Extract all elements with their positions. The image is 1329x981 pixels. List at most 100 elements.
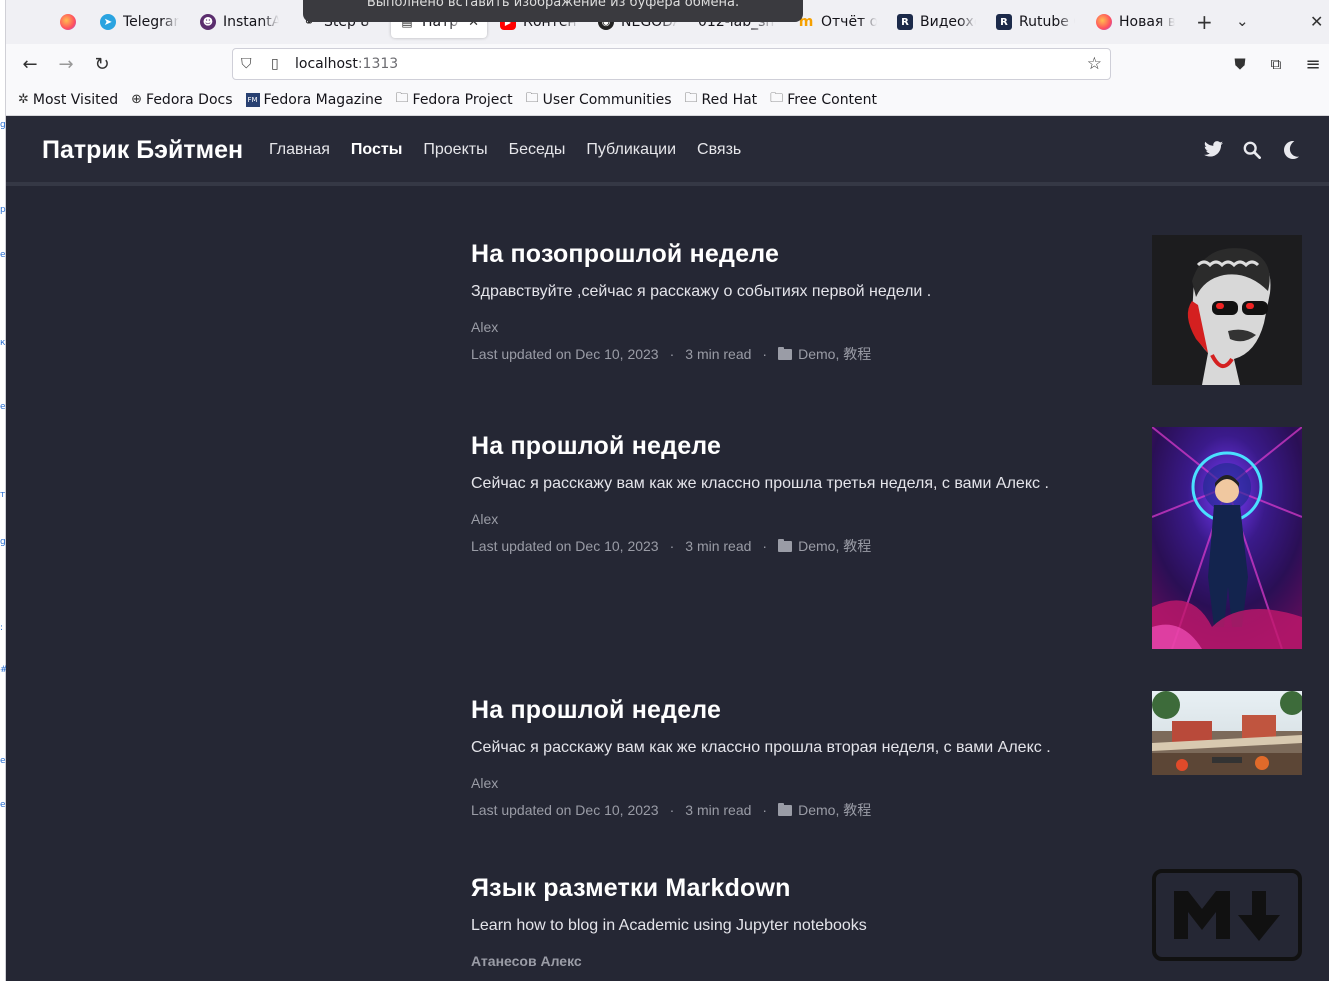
- chevron-down-icon[interactable]: ⌄: [1236, 12, 1249, 30]
- tab-instanta[interactable]: ☻ InstantA: [192, 6, 288, 38]
- shield-icon[interactable]: ⛉: [241, 56, 259, 72]
- search-icon[interactable]: [1243, 141, 1261, 159]
- post-thumbnail[interactable]: [1152, 691, 1302, 775]
- bookmark-free-content[interactable]: 🗀 Free Content: [770, 89, 877, 111]
- folder-icon: 🗀: [525, 90, 539, 106]
- post-author[interactable]: Атанесов Алекс: [471, 953, 1151, 969]
- tab-report[interactable]: m Отчёт о: [790, 6, 886, 38]
- folder-icon: 🗀: [684, 90, 698, 106]
- nav-publications[interactable]: Публикации: [586, 141, 676, 159]
- url-bar[interactable]: ⛉ ▯ localhost:1313 ☆: [232, 48, 1111, 80]
- meta-separator: ·: [669, 802, 675, 818]
- post-thumbnail[interactable]: [1152, 235, 1302, 385]
- bookmark-star-icon[interactable]: ☆: [1087, 54, 1102, 74]
- post-item: Язык разметки Markdown Learn how to blog…: [471, 874, 1151, 969]
- post-summary: Сейчас я расскажу вам как же классно про…: [471, 739, 1051, 756]
- post-title[interactable]: На прошлой неделе: [471, 696, 1151, 725]
- folder-icon: 🗀: [395, 90, 409, 106]
- tab-bar: ➤ Telegram ☻ InstantA ⚭ Step 8 ▤ Патр ✕ …: [6, 0, 1329, 44]
- tab-label: Telegram: [123, 14, 179, 30]
- navigation-bar: ← → ↻ ⛉ ▯ localhost:1313 ☆ ⛊ ⧉ ≡: [6, 44, 1329, 84]
- post-item: На позопрошлой неделе Здравствуйте ,сейч…: [471, 240, 1151, 364]
- tab-telegram[interactable]: ➤ Telegram: [92, 6, 188, 38]
- bookmark-label: Fedora Project: [412, 91, 513, 108]
- site-nav: Главная Посты Проекты Беседы Публикации …: [269, 141, 741, 159]
- bookmark-fedora-magazine[interactable]: FM Fedora Magazine: [245, 91, 383, 108]
- post-author[interactable]: Alex: [471, 511, 1151, 527]
- pocket-icon[interactable]: ⛊: [1228, 52, 1252, 76]
- nav-home[interactable]: Главная: [269, 141, 330, 159]
- post-item: На прошлой неделе Сейчас я расскажу вам …: [471, 432, 1151, 556]
- forward-icon[interactable]: →: [54, 52, 78, 76]
- meta-separator: ·: [669, 346, 675, 362]
- bookmarks-toolbar: ✲ Most Visited ⊕ Fedora Docs FM Fedora Maga…: [6, 84, 1329, 116]
- nav-talks[interactable]: Беседы: [509, 141, 566, 159]
- post-updated: Last updated on Dec 10, 2023: [471, 802, 659, 818]
- close-window-icon[interactable]: ✕: [1310, 12, 1323, 31]
- nav-projects[interactable]: Проекты: [423, 141, 487, 159]
- back-icon[interactable]: ←: [18, 52, 42, 76]
- bookmark-red-hat[interactable]: 🗀 Red Hat: [685, 89, 758, 111]
- bookmark-label: Fedora Docs: [146, 91, 233, 108]
- post-read-time: 3 min read: [685, 802, 752, 818]
- tab-rutube[interactable]: R Rutube C: [988, 6, 1084, 38]
- post-meta: Last updated on Dec 10, 2023 · 3 min rea…: [471, 536, 1151, 556]
- post-title[interactable]: Язык разметки Markdown: [471, 874, 1151, 903]
- post-updated: Last updated on Dec 10, 2023: [471, 346, 659, 362]
- tab-label: Новая вк: [1119, 14, 1175, 30]
- moon-icon[interactable]: [1283, 141, 1299, 159]
- bookmark-label: Fedora Magazine: [263, 91, 383, 108]
- clipboard-toast: Выполнено вставить изображение из буфера…: [303, 0, 803, 22]
- page-info-icon[interactable]: ▯: [271, 56, 285, 72]
- folder-icon: [778, 538, 793, 552]
- nav-contact[interactable]: Связь: [697, 141, 741, 159]
- tab-video[interactable]: R Видеохо: [889, 6, 985, 38]
- post-categories[interactable]: Demo, 教程: [798, 536, 871, 556]
- bookmark-label: Most Visited: [32, 91, 119, 108]
- meta-separator: ·: [762, 346, 768, 362]
- meta-separator: ·: [762, 538, 768, 554]
- nav-posts[interactable]: Посты: [351, 141, 402, 159]
- post-summary: Здравствуйте ,сейчас я расскажу о событи…: [471, 283, 932, 300]
- post-categories[interactable]: Demo, 教程: [798, 344, 871, 364]
- post-author[interactable]: Alex: [471, 319, 1151, 335]
- post-thumbnail[interactable]: [1152, 869, 1302, 961]
- folder-icon: 🗀: [770, 90, 784, 106]
- bookmark-fedora-project[interactable]: 🗀 Fedora Project: [396, 89, 513, 111]
- post-categories[interactable]: Demo, 教程: [798, 800, 871, 820]
- bookmark-label: User Communities: [542, 91, 672, 108]
- bookmark-fedora-docs[interactable]: ⊕ Fedora Docs: [131, 92, 232, 108]
- url-host: localhost: [295, 56, 358, 72]
- site-header: Патрик Бэйтмен Главная Посты Проекты Бес…: [6, 116, 1329, 186]
- post-thumbnail[interactable]: [1152, 427, 1302, 649]
- folder-icon: [778, 346, 793, 360]
- tab-new[interactable]: Новая вк: [1088, 6, 1184, 38]
- post-title[interactable]: На прошлой неделе: [471, 432, 1151, 461]
- post-author[interactable]: Alex: [471, 775, 1151, 791]
- bookmark-label: Free Content: [787, 91, 878, 108]
- tab-label: Rutube C: [1019, 14, 1075, 30]
- tab-label: InstantA: [223, 14, 279, 30]
- site-title[interactable]: Патрик Бэйтмен: [42, 136, 243, 165]
- tab-firefox[interactable]: [52, 6, 86, 38]
- post-title[interactable]: На позопрошлой неделе: [471, 240, 1151, 269]
- new-tab-icon[interactable]: +: [1196, 10, 1213, 34]
- post-read-time: 3 min read: [685, 346, 752, 362]
- meta-separator: ·: [669, 538, 675, 554]
- bookmark-user-communities[interactable]: 🗀 User Communities: [526, 89, 672, 111]
- twitter-icon[interactable]: [1204, 141, 1223, 157]
- fm-icon: FM: [245, 92, 260, 107]
- bookmark-most-visited[interactable]: ✲ Most Visited: [18, 92, 118, 108]
- tab-label: Отчёт о: [821, 14, 877, 30]
- post-summary: Learn how to blog in Academic using Jupy…: [471, 917, 867, 934]
- bookmark-label: Red Hat: [701, 91, 758, 108]
- post-updated: Last updated on Dec 10, 2023: [471, 538, 659, 554]
- globe-icon: ⊕: [131, 92, 143, 107]
- post-read-time: 3 min read: [685, 538, 752, 554]
- web-page: Патрик Бэйтмен Главная Посты Проекты Бес…: [6, 116, 1329, 981]
- telegram-icon: ➤: [100, 14, 116, 30]
- menu-icon[interactable]: ≡: [1301, 52, 1325, 76]
- folder-icon: [778, 802, 793, 816]
- extensions-icon[interactable]: ⧉: [1264, 52, 1288, 76]
- reload-icon[interactable]: ↻: [90, 52, 114, 76]
